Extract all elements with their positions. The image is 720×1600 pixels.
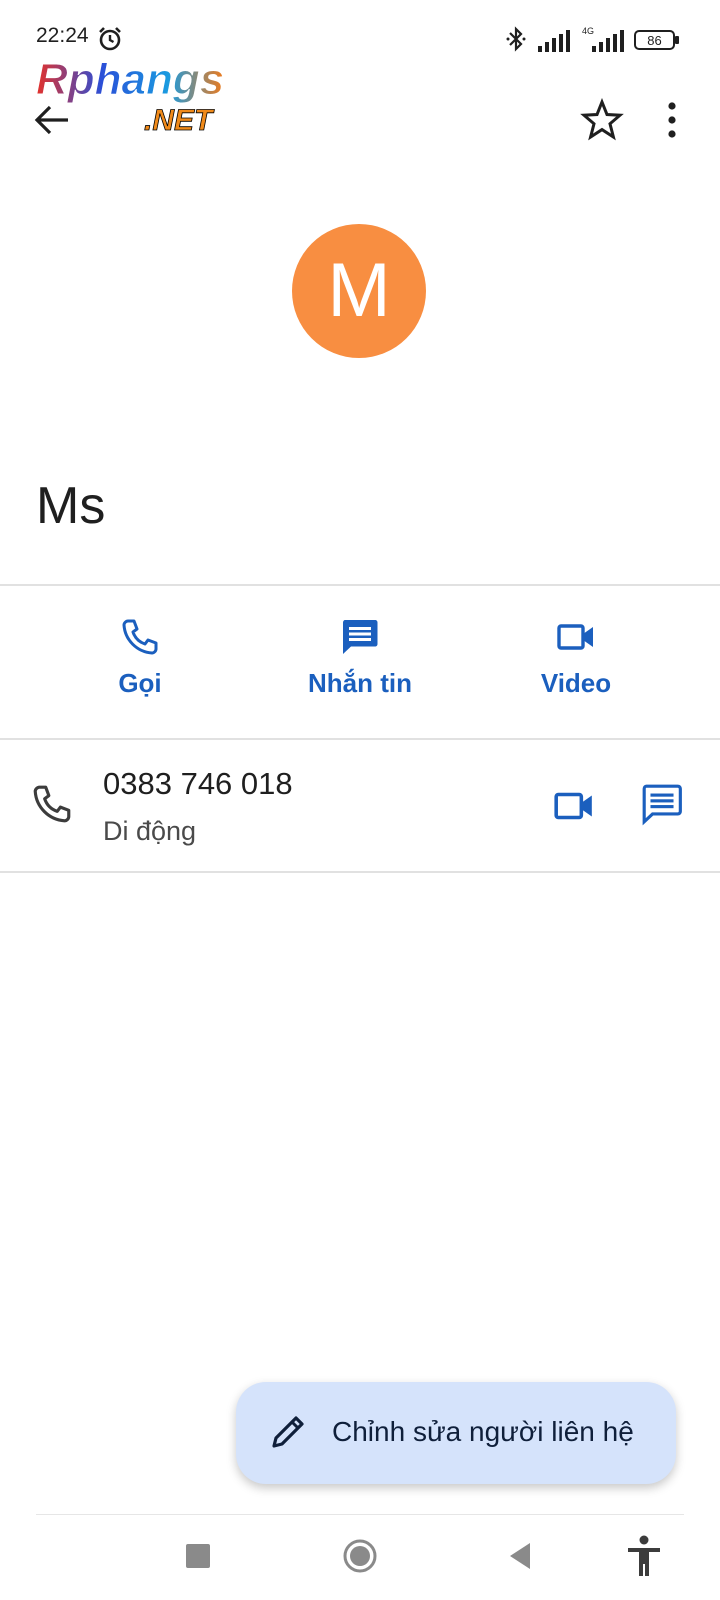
contact-avatar: M <box>292 224 426 358</box>
battery-icon: 86 <box>634 30 679 50</box>
send-message-icon[interactable] <box>640 782 684 826</box>
more-options-icon[interactable] <box>662 100 682 140</box>
accessibility-icon[interactable] <box>624 1534 664 1578</box>
back-arrow-icon[interactable] <box>32 100 72 140</box>
phone-icon <box>33 785 71 823</box>
phone-type: Di động <box>103 816 197 846</box>
divider <box>0 584 720 586</box>
video-label: Video <box>540 668 612 698</box>
nav-divider <box>36 1514 684 1515</box>
call-label: Gọi <box>118 668 162 698</box>
video-icon <box>557 624 593 650</box>
message-icon <box>343 620 378 654</box>
bluetooth-icon <box>506 26 526 52</box>
message-label: Nhắn tin <box>308 668 412 698</box>
alarm-icon <box>99 27 121 51</box>
divider <box>0 871 720 873</box>
edit-contact-button[interactable]: Chỉnh sửa người liên hệ <box>236 1382 676 1484</box>
message-button[interactable]: Nhắn tin <box>280 600 440 710</box>
home-icon[interactable] <box>342 1538 378 1574</box>
svg-text:.NET: .NET <box>144 104 215 137</box>
signal-strength-icon <box>538 30 570 52</box>
recent-apps-icon[interactable] <box>186 1544 210 1568</box>
video-button[interactable]: Video <box>496 600 656 710</box>
svg-text:Rphangs: Rphangs <box>36 56 224 104</box>
contact-name: Ms <box>36 477 106 535</box>
battery-level: 86 <box>647 33 661 48</box>
nav-back-icon[interactable] <box>506 1540 534 1572</box>
favorite-star-icon[interactable] <box>580 98 624 142</box>
phone-icon <box>122 619 158 655</box>
divider <box>0 738 720 740</box>
edit-contact-label: Chỉnh sửa người liên hệ <box>332 1416 634 1447</box>
signal-strength-4g-icon: 4G <box>582 26 624 52</box>
video-call-icon[interactable] <box>552 784 596 828</box>
edit-pencil-icon <box>272 1416 304 1448</box>
status-time: 22:24 <box>36 24 89 47</box>
call-button[interactable]: Gọi <box>60 600 220 710</box>
phone-number[interactable]: 0383 746 018 <box>103 766 293 802</box>
network-type-label: 4G <box>582 26 594 36</box>
